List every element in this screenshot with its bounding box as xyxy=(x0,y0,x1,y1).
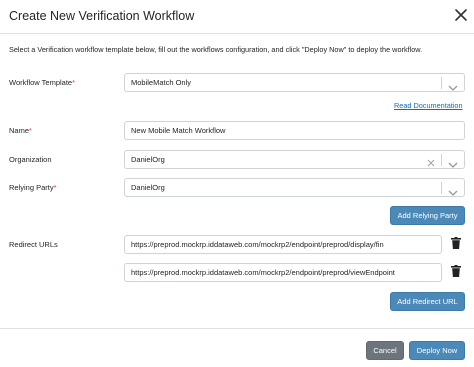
redirect-urls-label: Redirect URLs xyxy=(9,240,58,249)
read-documentation-link[interactable]: Read Documentation xyxy=(394,101,463,110)
modal-header: Create New Verification Workflow xyxy=(0,0,474,34)
add-redirect-url-button[interactable]: Add Redirect URL xyxy=(390,292,465,311)
chevron-down-icon[interactable] xyxy=(448,156,458,168)
redirect-url-input[interactable] xyxy=(124,263,442,282)
add-relying-party-button[interactable]: Add Relying Party xyxy=(390,206,465,225)
close-icon[interactable] xyxy=(454,7,468,23)
workflow-template-value: MobileMatch Only xyxy=(131,78,192,87)
organization-label: Organization xyxy=(9,155,52,164)
relying-party-label: Relying Party* xyxy=(9,183,57,192)
organization-select[interactable]: DanielOrg xyxy=(124,150,465,169)
workflow-template-label: Workflow Template* xyxy=(9,78,76,87)
footer-divider xyxy=(0,328,474,329)
select-separator xyxy=(441,154,442,166)
name-input[interactable] xyxy=(124,121,465,140)
deploy-now-button[interactable]: Deploy Now xyxy=(409,341,465,360)
chevron-down-icon[interactable] xyxy=(448,184,458,196)
trash-icon[interactable] xyxy=(451,237,461,249)
intro-text: Select a Verification workflow template … xyxy=(9,45,423,54)
chevron-down-icon[interactable] xyxy=(448,79,458,91)
clear-x-icon[interactable] xyxy=(426,155,436,167)
trash-icon[interactable] xyxy=(451,265,461,277)
relying-party-select[interactable]: DanielOrg xyxy=(124,178,465,197)
cancel-button[interactable]: Cancel xyxy=(366,341,404,360)
relying-party-value: DanielOrg xyxy=(131,183,165,192)
redirect-url-input[interactable] xyxy=(124,235,442,254)
organization-value: DanielOrg xyxy=(131,155,165,164)
select-separator xyxy=(441,77,442,89)
workflow-template-select[interactable]: MobileMatch Only xyxy=(124,73,465,92)
name-label: Name* xyxy=(9,126,32,135)
modal-title: Create New Verification Workflow xyxy=(9,9,195,23)
select-separator xyxy=(441,182,442,194)
